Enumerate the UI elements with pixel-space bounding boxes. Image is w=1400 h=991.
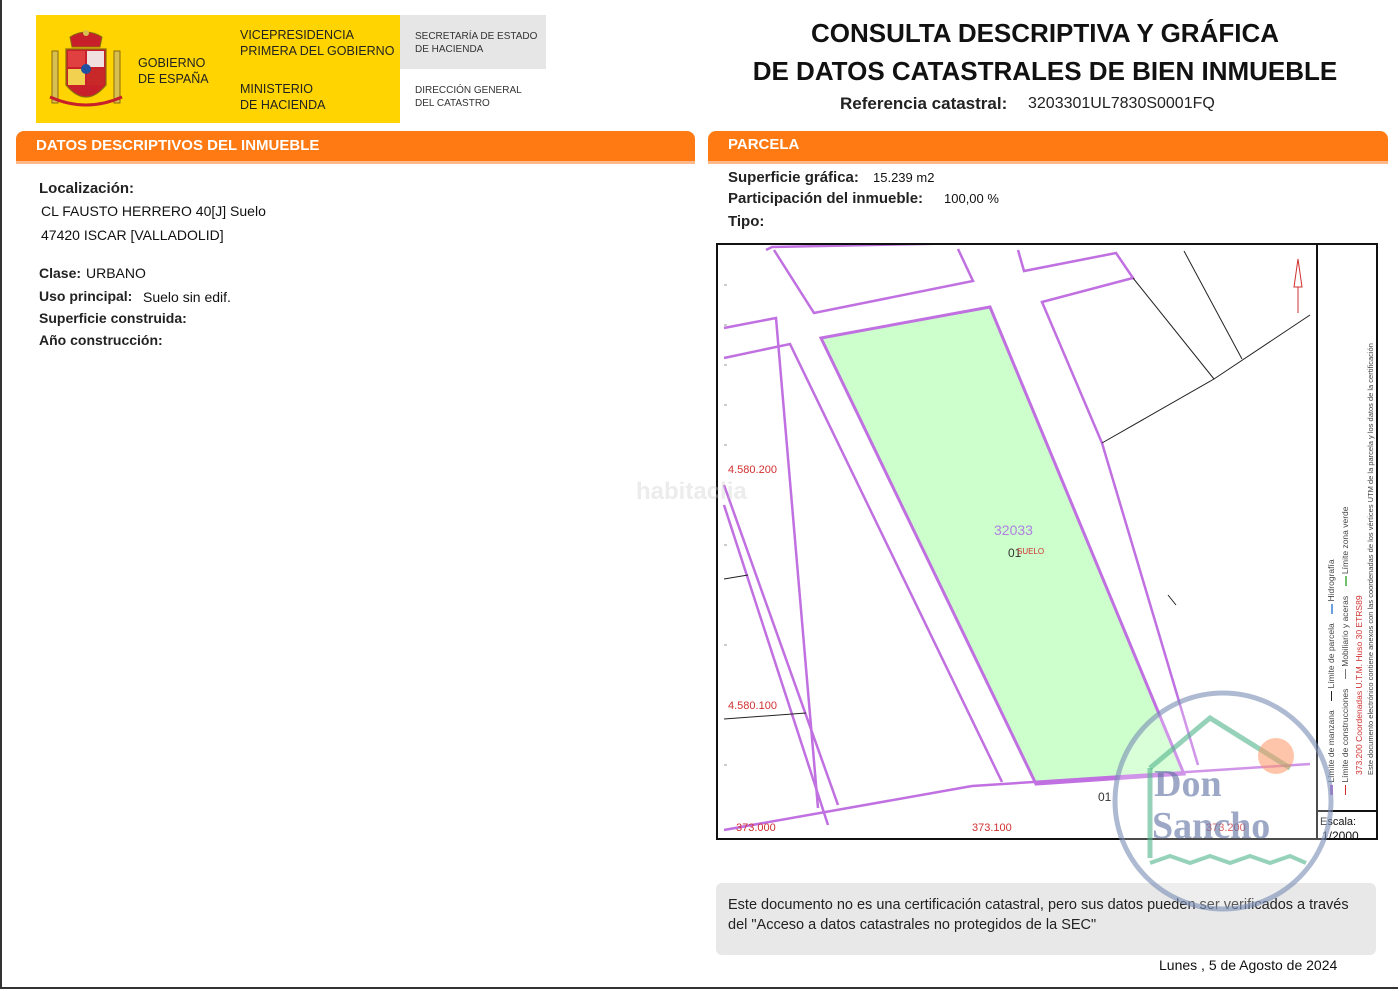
superficie-grafica-value: 15.239 m2 (873, 170, 935, 185)
unit-label: SUELO (1017, 547, 1044, 556)
gov-line2: DE ESPAÑA (138, 72, 209, 86)
ref-label: Referencia catastral: (840, 94, 1008, 113)
title-line2: DE DATOS CATASTRALES DE BIEN INMUEBLE (752, 56, 1338, 86)
coord-y2: 4.580.100 (728, 700, 777, 712)
legend-zona-verde: Límite zona verde (1340, 506, 1350, 575)
direccion-line2: DEL CATASTRO (415, 98, 490, 109)
vice-line1: VICEPRESIDENCIA (240, 28, 354, 42)
secretaria-text: SECRETARÍA DE ESTADO DE HACIENDA (415, 30, 537, 56)
habitaclia-watermark: habitaclia (636, 478, 747, 505)
utm-note: 373.200 Coordenadas U.T.M. Huso 30 ETRS8… (1354, 595, 1364, 775)
north-arrow-icon (1293, 258, 1303, 313)
vicepresidencia-text: VICEPRESIDENCIA PRIMERA DEL GOBIERNO (240, 27, 394, 59)
watermark-text-sancho: Sancho (1152, 805, 1270, 847)
coat-of-arms-icon (49, 30, 123, 107)
ministry-line2: DE HACIENDA (240, 98, 326, 112)
title-line1: CONSULTA DESCRIPTIVA Y GRÁFICA (810, 18, 1280, 48)
legend-hidrografia: Hidrografía (1326, 559, 1336, 602)
gov-line1: GOBIERNO (138, 56, 206, 70)
direccion-text: DIRECCIÓN GENERAL DEL CATASTRO (415, 84, 522, 110)
legend-construcciones: Límite de construcciones (1340, 688, 1350, 783)
legend-swatch-construcciones (1345, 785, 1347, 795)
don-sancho-watermark-icon: Don Sancho (1112, 690, 1334, 912)
secretaria-line1: SECRETARÍA DE ESTADO (415, 31, 538, 42)
legend-mobiliario: Mobiliario y aceras (1340, 595, 1350, 667)
uso-label: Uso principal: (39, 288, 133, 304)
direccion-line1: DIRECCIÓN GENERAL (415, 85, 522, 96)
parcela-header: PARCELA (708, 131, 1388, 164)
clase-label: Clase: (39, 265, 82, 281)
localizacion-label: Localización: (39, 180, 135, 197)
superficie-construida-label: Superficie construida: (39, 310, 187, 326)
legend-swatch-hidrografia (1330, 603, 1333, 614)
ministerio-text: MINISTERIO DE HACIENDA (240, 81, 325, 113)
address-line1: CL FAUSTO HERRERO 40[J] Suelo (41, 203, 266, 219)
gobierno-logo: GOBIERNO DE ESPAÑA VICEPRESIDENCIA PRIME… (36, 15, 400, 123)
coord-x2: 373.100 (972, 822, 1012, 834)
document-title: CONSULTA DESCRIPTIVA Y GRÁFICA DE DATOS … (720, 14, 1370, 90)
superficie-grafica-label: Superficie gráfica: (728, 169, 859, 186)
ref-value: 3203301UL7830S0001FQ (1028, 95, 1215, 112)
watermark-text-don: Don (1154, 763, 1222, 805)
address-line2: 47420 ISCAR [VALLADOLID] (41, 227, 224, 243)
uso-value: Suelo sin edif. (143, 289, 231, 305)
coord-y1: 4.580.200 (728, 464, 777, 476)
document-date: Lunes , 5 de Agosto de 2024 (1159, 957, 1338, 973)
legend-swatch-zona-verde (1344, 576, 1347, 587)
vice-line2: PRIMERA DEL GOBIERNO (240, 44, 395, 58)
ministry-line1: MINISTERIO (240, 82, 313, 96)
parcel-id: 32033 (994, 522, 1033, 538)
gobierno-text: GOBIERNO DE ESPAÑA (138, 55, 209, 87)
descriptive-header: DATOS DESCRIPTIVOS DEL INMUEBLE (16, 131, 695, 164)
clase-value: URBANO (86, 265, 146, 281)
participacion-label: Participación del inmueble: (728, 190, 924, 207)
coord-x1: 373.000 (736, 822, 776, 834)
participacion-value: 100,00 % (944, 191, 999, 206)
legend-col2: Límite de construcciones Mobiliario y ac… (1340, 506, 1350, 795)
legend-swatch-mobiliario (1345, 669, 1347, 680)
secretaria-line2: DE HACIENDA (415, 44, 484, 55)
vertex-note: Este documento electrónico contiene anex… (1366, 343, 1375, 775)
anio-label: Año construcción: (39, 332, 163, 348)
legend-parcela: Límite de parcela (1326, 623, 1336, 689)
tipo-label: Tipo: (728, 213, 765, 230)
